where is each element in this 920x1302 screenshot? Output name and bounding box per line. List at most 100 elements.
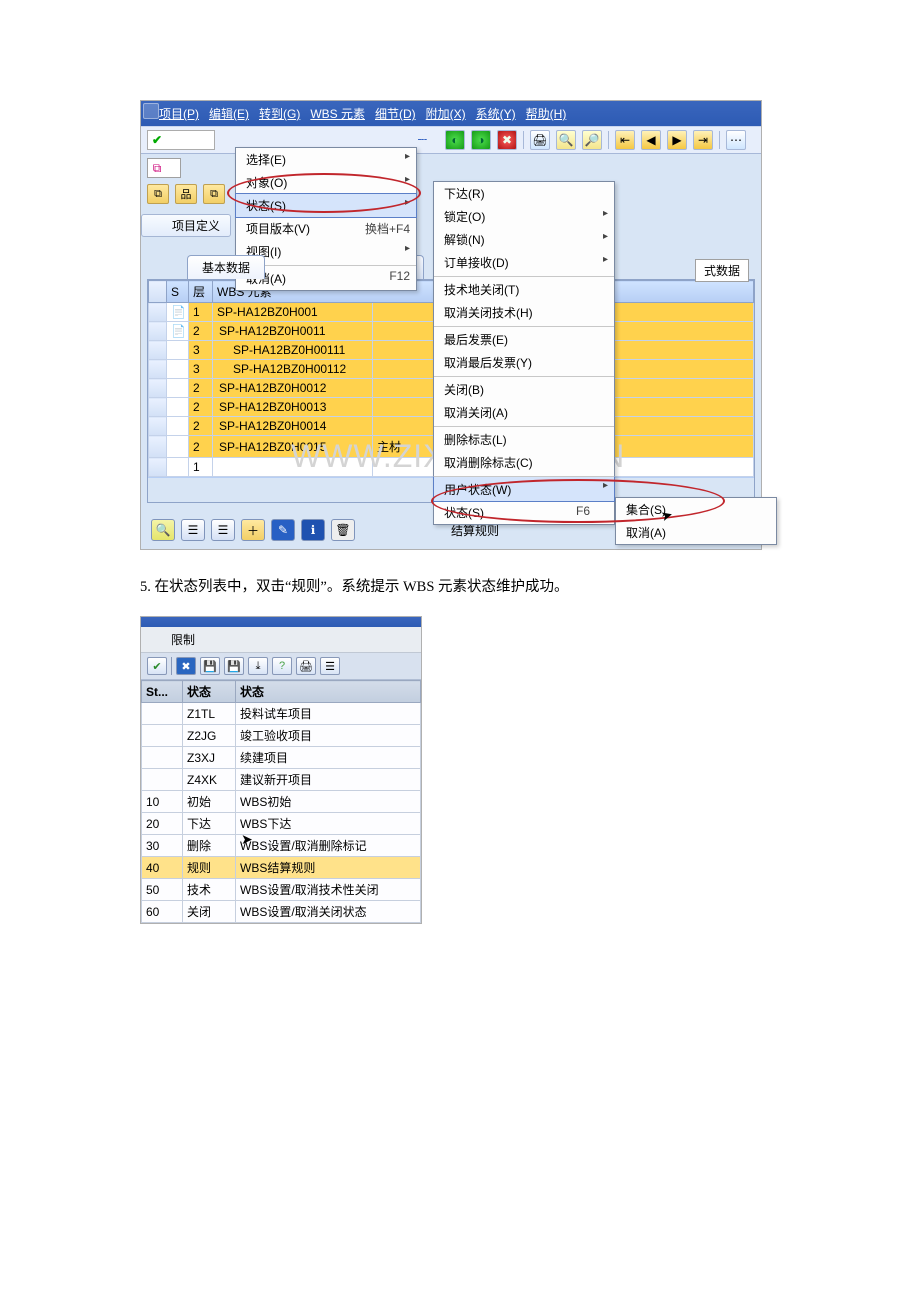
forward-icon[interactable]: ◑ bbox=[471, 130, 491, 150]
menu-undo-close[interactable]: 取消关闭(A) bbox=[434, 401, 614, 424]
menu-close[interactable]: 关闭(B) bbox=[434, 376, 614, 401]
menu-user-status[interactable]: 用户状态(W)▸ bbox=[433, 476, 615, 502]
row-handle[interactable] bbox=[149, 322, 167, 341]
cell-code: Z3XJ bbox=[183, 747, 236, 769]
cell-code: 下达 bbox=[183, 813, 236, 835]
col-st[interactable]: St... bbox=[142, 681, 183, 703]
menu-status[interactable]: 状态(S)▸ bbox=[235, 193, 417, 218]
menu-goto[interactable]: 转到(G) bbox=[259, 105, 300, 122]
menu-version[interactable]: 项目版本(V)换档+F4 bbox=[236, 217, 416, 240]
close-icon[interactable]: ✖ bbox=[176, 657, 196, 675]
menu-wbs[interactable]: WBS 元素 bbox=[310, 105, 365, 122]
row-code: SP-HA12BZ0H00112 bbox=[213, 360, 373, 379]
cell-st: 50 bbox=[142, 879, 183, 901]
menu-order-accept[interactable]: 订单接收(D)▸ bbox=[434, 251, 614, 274]
col-code[interactable]: 状态 bbox=[183, 681, 236, 703]
menu-status-s[interactable]: 状态(S)F6 bbox=[434, 501, 614, 524]
menu-tech-close[interactable]: 技术地关闭(T) bbox=[434, 276, 614, 301]
detail-icon[interactable]: 🔍 bbox=[151, 519, 175, 541]
menu-system[interactable]: 系统(Y) bbox=[476, 105, 516, 122]
menu-lock[interactable]: 锁定(O)▸ bbox=[434, 205, 614, 228]
list-item[interactable]: Z3XJ续建项目 bbox=[142, 747, 421, 769]
cell-st bbox=[142, 703, 183, 725]
menu-undo-tech-close[interactable]: 取消关闭技术(H) bbox=[434, 301, 614, 324]
prev-page-icon[interactable]: ◀ bbox=[641, 130, 661, 150]
list-item[interactable]: 50技术WBS设置/取消技术性关闭 bbox=[142, 879, 421, 901]
edit-icon[interactable]: ✎ bbox=[271, 519, 295, 541]
row-handle[interactable] bbox=[149, 398, 167, 417]
cell-st: 30 bbox=[142, 835, 183, 857]
first-page-icon[interactable]: ⇤ bbox=[615, 130, 635, 150]
menu-extras[interactable]: 附加(X) bbox=[426, 105, 466, 122]
more-icon[interactable]: ⋯ bbox=[726, 130, 746, 150]
tree-icon-1[interactable]: ⧉ bbox=[147, 184, 169, 204]
save-as-icon[interactable]: 💾 bbox=[224, 657, 244, 675]
cell-desc: WBS设置/取消技术性关闭 bbox=[236, 879, 421, 901]
row-handle[interactable] bbox=[149, 360, 167, 379]
menu-project[interactable]: 项目(P) bbox=[159, 105, 199, 122]
row-handle[interactable] bbox=[149, 379, 167, 398]
menu-set[interactable]: 集合(S) bbox=[616, 498, 776, 521]
row-handle[interactable] bbox=[149, 436, 167, 458]
insert-icon[interactable]: ＋ bbox=[241, 519, 265, 541]
col-level[interactable]: 层 bbox=[189, 281, 213, 303]
tree-icon-2[interactable]: 品 bbox=[175, 184, 197, 204]
list-item[interactable]: 60关闭WBS设置/取消关闭状态 bbox=[142, 901, 421, 923]
row-handle[interactable] bbox=[149, 303, 167, 322]
next-page-icon[interactable]: ▶ bbox=[667, 130, 687, 150]
delete-icon[interactable]: 🗑 bbox=[331, 519, 355, 541]
save-icon[interactable]: 💾 bbox=[200, 657, 220, 675]
window-icon bbox=[143, 103, 159, 119]
cell-desc: WBS设置/取消关闭状态 bbox=[236, 901, 421, 923]
row-handle[interactable] bbox=[149, 417, 167, 436]
menu-help[interactable]: 帮助(H) bbox=[526, 105, 567, 122]
tree-icon-3[interactable]: ⧉ bbox=[203, 184, 225, 204]
row-handle[interactable] bbox=[149, 458, 167, 477]
menu-release[interactable]: 下达(R) bbox=[434, 182, 614, 205]
col-desc[interactable]: 状态 bbox=[236, 681, 421, 703]
row-icon bbox=[167, 436, 189, 458]
row-level: 3 bbox=[189, 341, 213, 360]
cell-desc: 投料试车项目 bbox=[236, 703, 421, 725]
list-item[interactable]: 30删除WBS设置/取消删除标记 bbox=[142, 835, 421, 857]
instruction-text: 5. 在状态列表中，双击“规则”。系统提示 WBS 元素状态维护成功。 bbox=[140, 575, 840, 596]
find-next-icon[interactable]: 🔎 bbox=[582, 130, 602, 150]
print-icon[interactable]: 🖨 bbox=[530, 130, 550, 150]
cancel-icon[interactable]: ✖ bbox=[497, 130, 517, 150]
confirm-icon[interactable]: ✔ bbox=[147, 657, 167, 675]
menu-detail[interactable]: 细节(D) bbox=[375, 105, 416, 122]
list-item[interactable]: 20下达WBS下达 bbox=[142, 813, 421, 835]
menu-undo-final-invoice[interactable]: 取消最后发票(Y) bbox=[434, 351, 614, 374]
row-level: 1 bbox=[189, 458, 213, 477]
print2-icon[interactable]: 🖨 bbox=[296, 657, 316, 675]
row-level: 2 bbox=[189, 417, 213, 436]
menu-object[interactable]: 对象(O)▸ bbox=[236, 171, 416, 194]
layout-selector[interactable]: ⧉ bbox=[147, 158, 181, 178]
menu-del-flag[interactable]: 删除标志(L) bbox=[434, 426, 614, 451]
menu-select[interactable]: 选择(E)▸ bbox=[236, 148, 416, 171]
find-icon[interactable]: 🔍 bbox=[556, 130, 576, 150]
ok-combo[interactable]: ✔ bbox=[147, 130, 215, 150]
back-icon[interactable]: ◐ bbox=[445, 130, 465, 150]
screenshot-status-list: 限制 ✔ ✖ 💾 💾 ⤓ ? 🖨 ☰ St... 状态 状态 Z1TL投料试车项… bbox=[140, 616, 422, 924]
list-icon[interactable]: ☰ bbox=[181, 519, 205, 541]
col-s[interactable]: S bbox=[167, 281, 189, 303]
list-item[interactable]: Z4XK建议新开项目 bbox=[142, 769, 421, 791]
menu-final-invoice[interactable]: 最后发票(E) bbox=[434, 326, 614, 351]
tab-basic[interactable]: 基本数据 bbox=[187, 255, 265, 279]
list3-icon[interactable]: ☰ bbox=[320, 657, 340, 675]
export-icon[interactable]: ⤓ bbox=[248, 657, 268, 675]
menu-edit[interactable]: 编辑(E) bbox=[209, 105, 249, 122]
list2-icon[interactable]: ☰ bbox=[211, 519, 235, 541]
list-item[interactable]: Z1TL投料试车项目 bbox=[142, 703, 421, 725]
row-handle[interactable] bbox=[149, 341, 167, 360]
last-page-icon[interactable]: ⇥ bbox=[693, 130, 713, 150]
menu-unlock[interactable]: 解锁(N)▸ bbox=[434, 228, 614, 251]
list-item[interactable]: 40规则WBS结算规则 bbox=[142, 857, 421, 879]
help-icon[interactable]: ? bbox=[272, 657, 292, 675]
menu-cancel2[interactable]: 取消(A) bbox=[616, 521, 776, 544]
list-item[interactable]: 10初始WBS初始 bbox=[142, 791, 421, 813]
info-icon[interactable]: ℹ bbox=[301, 519, 325, 541]
list-item[interactable]: Z2JG竣工验收项目 bbox=[142, 725, 421, 747]
menu-undo-del-flag[interactable]: 取消删除标志(C) bbox=[434, 451, 614, 474]
